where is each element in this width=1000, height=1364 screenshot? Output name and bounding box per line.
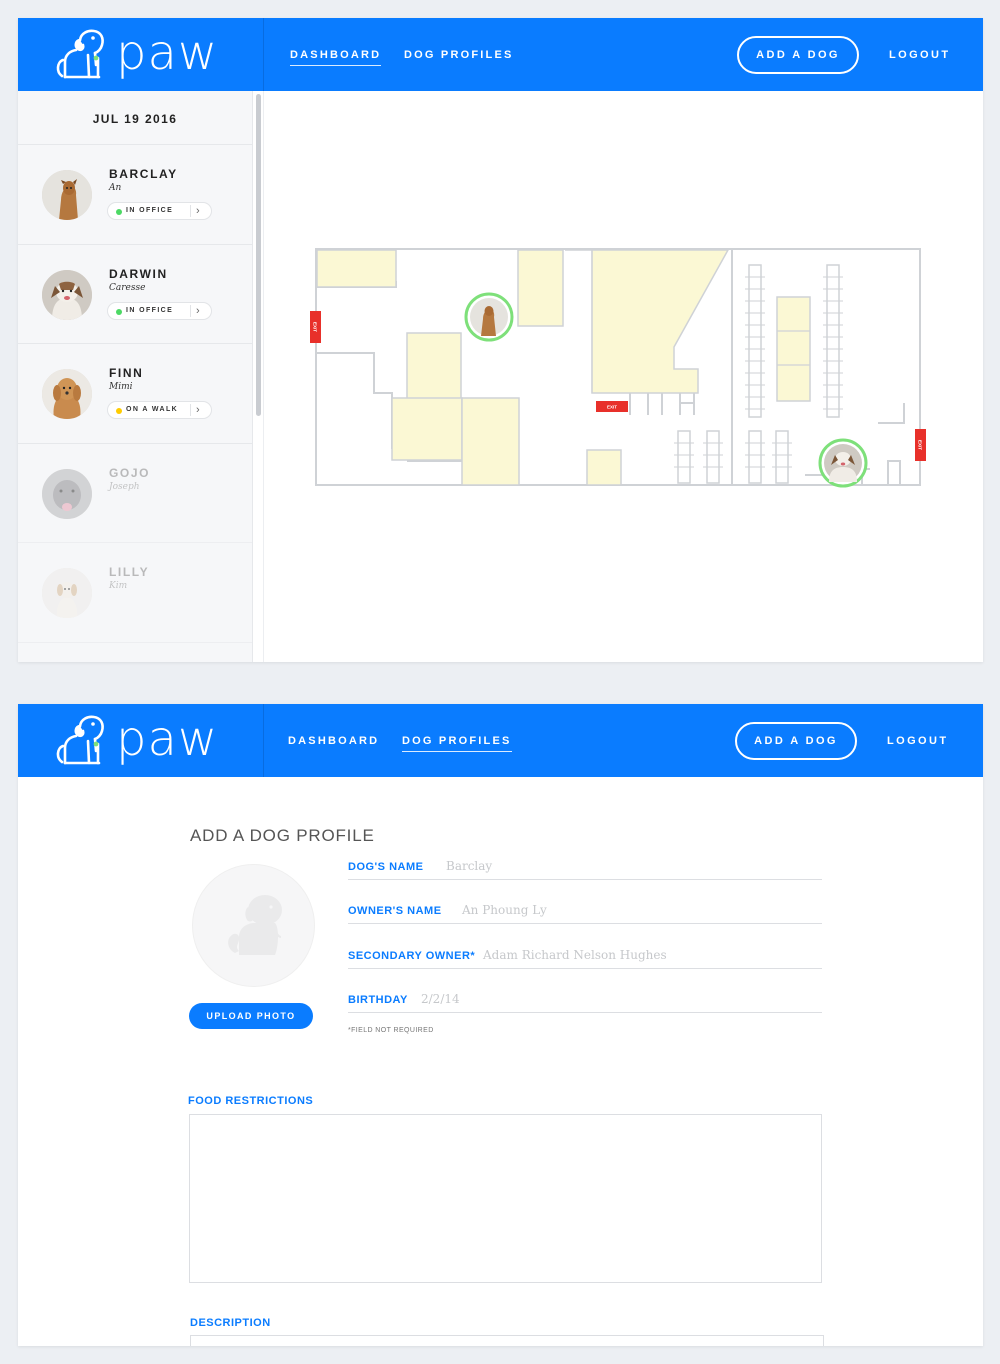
chevron-right-icon[interactable]: › bbox=[196, 403, 200, 417]
nav-divider bbox=[263, 704, 264, 777]
status-pill[interactable]: IN OFFICE › bbox=[107, 202, 212, 220]
birthday-input[interactable]: 2/2/14 bbox=[421, 992, 460, 1006]
status-label: IN OFFICE bbox=[126, 306, 174, 314]
nav-dog-profiles-link[interactable]: DOG PROFILES bbox=[402, 735, 512, 752]
upload-photo-button[interactable]: UPLOAD PHOTO bbox=[189, 1003, 313, 1029]
status-dot bbox=[116, 308, 122, 315]
add-dog-button[interactable]: ADD A DOG bbox=[735, 722, 857, 760]
chevron-right-icon[interactable]: › bbox=[196, 204, 200, 218]
add-dog-button[interactable]: ADD A DOG bbox=[737, 36, 859, 74]
description-textarea[interactable] bbox=[190, 1335, 824, 1346]
dog-photo-icon bbox=[42, 568, 92, 618]
owner-name: Caresse bbox=[109, 282, 146, 293]
status-pill[interactable]: IN OFFICE › bbox=[107, 301, 212, 320]
field-label: OWNER'S NAME bbox=[348, 905, 442, 917]
dog-list-item-finn[interactable]: FINN Mimi ON A WALK › bbox=[18, 344, 252, 444]
exit-label-east: EXIT bbox=[918, 440, 923, 450]
dog-avatar bbox=[42, 269, 92, 320]
dog-name-input[interactable]: Barclay bbox=[446, 859, 492, 873]
dog-avatar bbox=[42, 568, 92, 618]
date-header: JUL 19 2016 bbox=[18, 91, 252, 145]
required-note: *FIELD NOT REQUIRED bbox=[348, 1027, 434, 1034]
sidebar-scrollbar-thumb[interactable] bbox=[256, 94, 261, 416]
dog-avatar bbox=[42, 369, 92, 419]
status-label: IN OFFICE bbox=[126, 207, 174, 214]
room-areas bbox=[316, 249, 811, 486]
status-separator bbox=[190, 304, 191, 317]
paw-logo[interactable]: paw bbox=[52, 711, 252, 768]
status-separator bbox=[190, 205, 191, 217]
dog-photo-icon bbox=[42, 468, 92, 519]
status-dot bbox=[116, 209, 122, 215]
status-separator bbox=[190, 404, 191, 416]
dog-list-item-lilly[interactable]: LILLY Kim bbox=[18, 543, 252, 643]
owner-name-input[interactable]: An Phoung Ly bbox=[462, 903, 547, 917]
top-navbar: paw DASHBOARD DOG PROFILES ADD A DOG LOG… bbox=[18, 704, 983, 777]
top-navbar: paw DASHBOARD DOG PROFILES ADD A DOG LOG… bbox=[18, 18, 983, 91]
chevron-right-icon[interactable]: › bbox=[196, 304, 200, 318]
dog-list-sidebar: JUL 19 2016 BARCLAY An IN OFFICE › DARWI… bbox=[18, 91, 253, 662]
dog-photo-icon bbox=[42, 269, 92, 320]
dog-name: LILLY bbox=[109, 565, 150, 579]
description-label: DESCRIPTION bbox=[190, 1317, 271, 1329]
page-title: ADD A DOG PROFILE bbox=[190, 826, 375, 845]
logout-link[interactable]: LOGOUT bbox=[889, 49, 950, 61]
dog-avatar bbox=[42, 468, 92, 519]
food-restrictions-label: FOOD RESTRICTIONS bbox=[188, 1095, 314, 1107]
food-restrictions-textarea[interactable] bbox=[189, 1114, 822, 1283]
dog-name-field[interactable]: DOG'S NAME Barclay bbox=[348, 856, 822, 880]
status-label: ON A WALK bbox=[126, 406, 179, 413]
field-label: DOG'S NAME bbox=[348, 861, 424, 873]
dog-name: GOJO bbox=[109, 465, 151, 480]
nav-dashboard-link[interactable]: DASHBOARD bbox=[288, 735, 379, 751]
field-label: SECONDARY OWNER* bbox=[348, 950, 476, 962]
status-dot bbox=[116, 408, 122, 414]
status-pill[interactable]: ON A WALK › bbox=[107, 401, 212, 419]
dog-name: BARCLAY bbox=[109, 167, 178, 181]
dog-logo-icon bbox=[56, 715, 104, 765]
brand-wordmark: paw bbox=[116, 25, 219, 81]
add-dog-profile-screen: paw DASHBOARD DOG PROFILES ADD A DOG LOG… bbox=[18, 704, 983, 1346]
field-label: BIRTHDAY bbox=[348, 994, 408, 1006]
dog-avatar bbox=[42, 170, 92, 220]
brand-wordmark: paw bbox=[116, 711, 219, 767]
dog-list-item-barclay[interactable]: BARCLAY An IN OFFICE › bbox=[18, 145, 252, 245]
dog-location-marker-barclay[interactable] bbox=[464, 292, 514, 342]
floor-plan-graphic: EXIT EXIT EXIT bbox=[310, 248, 926, 488]
dog-location-marker-darwin[interactable] bbox=[818, 438, 868, 488]
dog-name: DARWIN bbox=[109, 266, 168, 281]
logout-link[interactable]: LOGOUT bbox=[887, 735, 948, 747]
exit-label-west: EXIT bbox=[313, 322, 318, 332]
nav-dog-profiles-link[interactable]: DOG PROFILES bbox=[404, 49, 514, 65]
office-floor-map: EXIT EXIT EXIT bbox=[308, 243, 928, 493]
dog-list-item-darwin[interactable]: DARWIN Caresse IN OFFICE › bbox=[18, 245, 252, 344]
photo-placeholder[interactable] bbox=[192, 864, 315, 987]
birthday-field[interactable]: BIRTHDAY 2/2/14 bbox=[348, 989, 822, 1013]
dog-logo-icon bbox=[56, 29, 104, 79]
dog-name: FINN bbox=[109, 366, 144, 380]
dog-list-item-gojo[interactable]: GOJO Joseph bbox=[18, 444, 252, 543]
owner-name: An bbox=[109, 183, 122, 193]
nav-divider bbox=[263, 18, 264, 91]
secondary-owner-input[interactable]: Adam Richard Nelson Hughes bbox=[483, 948, 667, 962]
owner-name: Joseph bbox=[109, 481, 140, 492]
dashboard-screen: paw DASHBOARD DOG PROFILES ADD A DOG LOG… bbox=[18, 18, 983, 662]
exit-label-center: EXIT bbox=[607, 405, 617, 410]
secondary-owner-field[interactable]: SECONDARY OWNER* Adam Richard Nelson Hug… bbox=[348, 945, 822, 969]
owner-name: Kim bbox=[109, 581, 128, 591]
paw-logo[interactable]: paw bbox=[52, 25, 252, 82]
owner-name-field[interactable]: OWNER'S NAME An Phoung Ly bbox=[348, 900, 822, 924]
nav-dashboard-link[interactable]: DASHBOARD bbox=[290, 49, 382, 66]
dog-photo-icon bbox=[42, 170, 92, 220]
dog-photo-icon bbox=[42, 369, 92, 419]
owner-name: Mimi bbox=[109, 382, 133, 392]
dog-silhouette-icon bbox=[228, 895, 282, 955]
